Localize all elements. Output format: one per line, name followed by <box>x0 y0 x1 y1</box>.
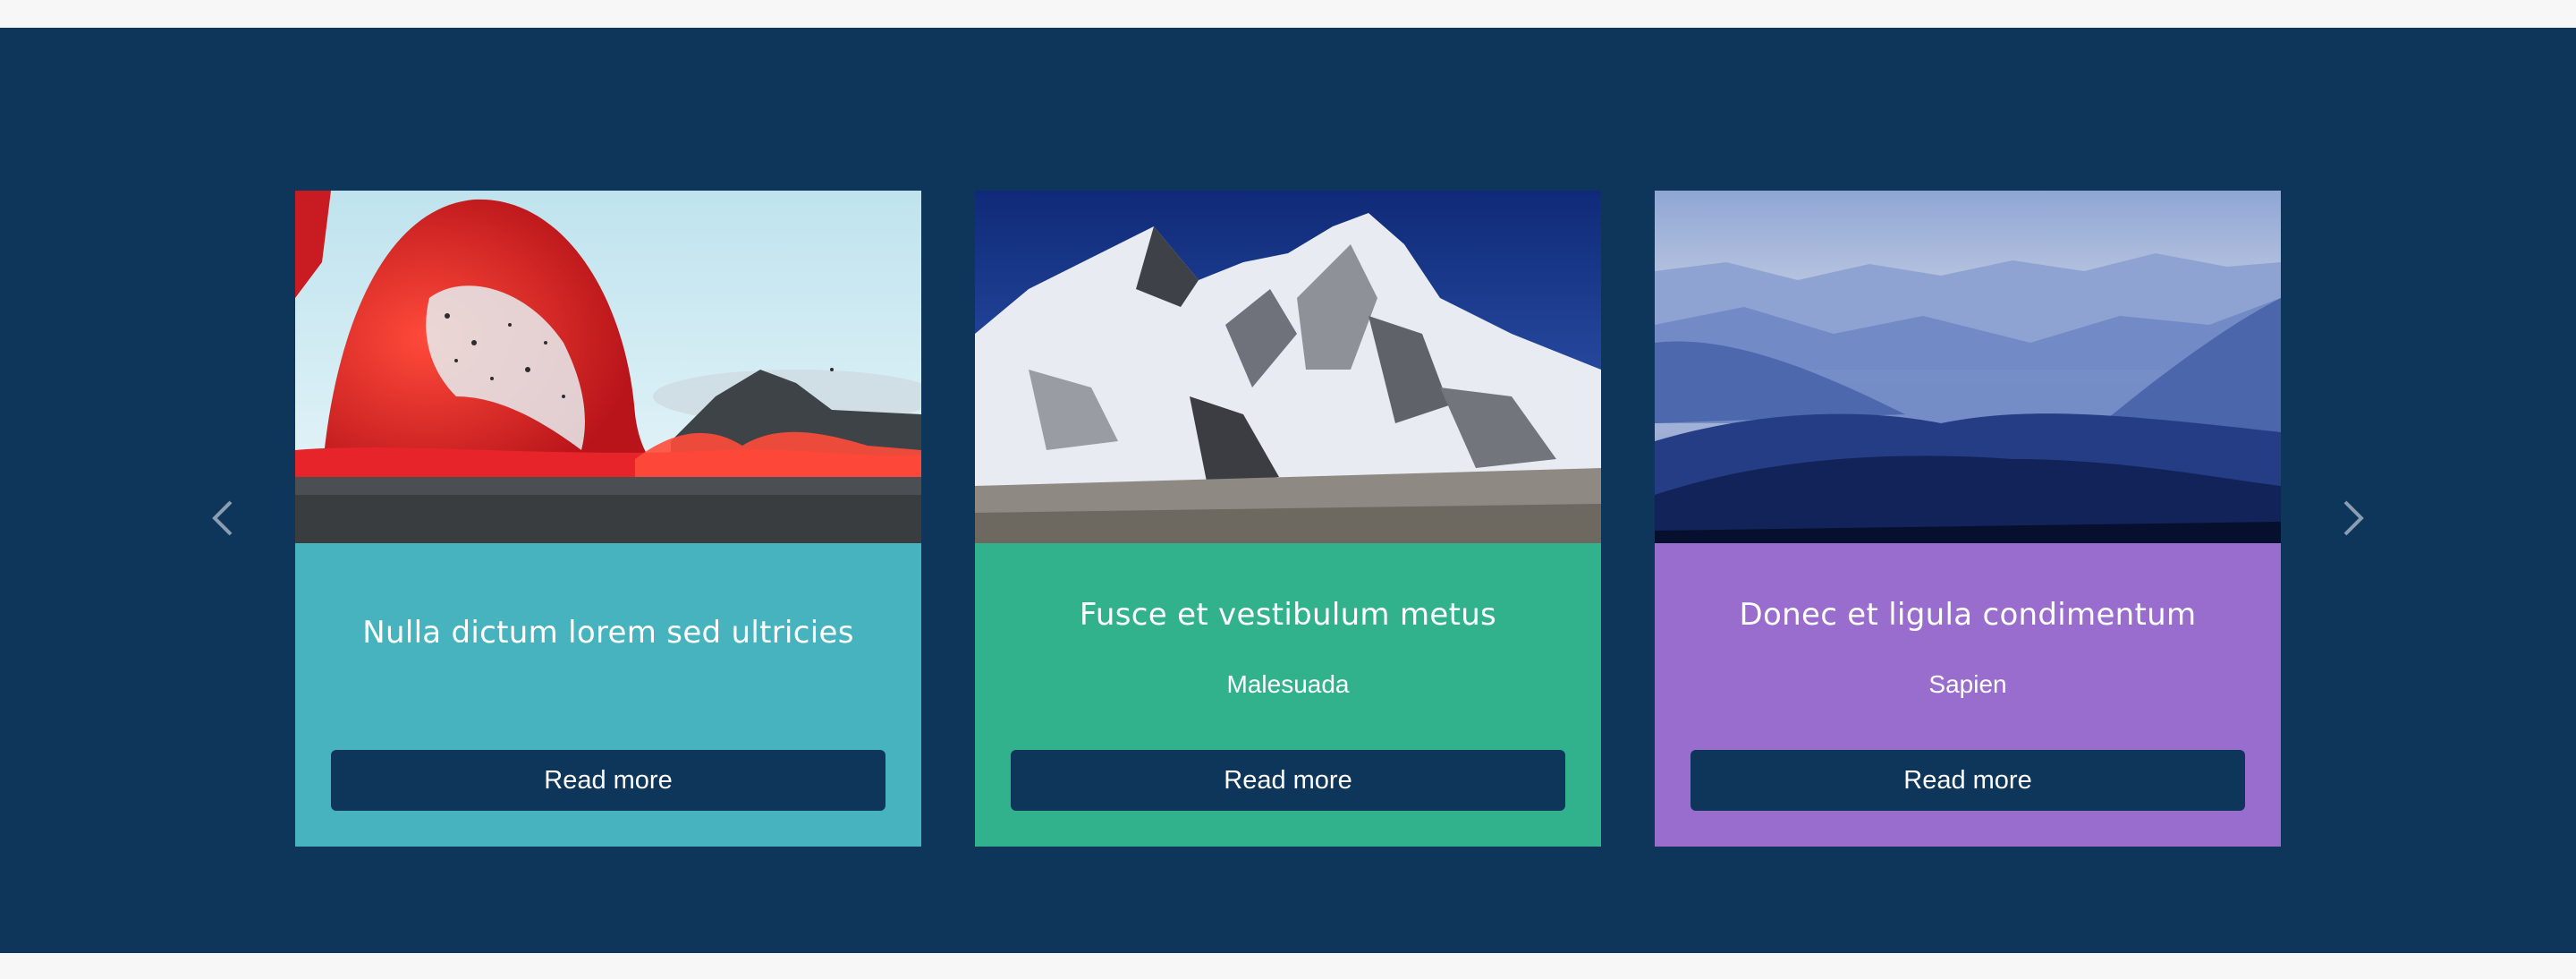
card-body: Fusce et vestibulum metus Malesuada Read… <box>975 543 1601 847</box>
volcano-lava-photo <box>295 191 921 543</box>
card-body: Nulla dictum lorem sed ultricies Read mo… <box>295 543 921 847</box>
chevron-right-icon <box>2343 500 2364 536</box>
card-item: Nulla dictum lorem sed ultricies Read mo… <box>295 191 921 847</box>
chevron-left-icon <box>212 500 233 536</box>
read-more-button[interactable]: Read more <box>1690 750 2245 811</box>
card-title: Nulla dictum lorem sed ultricies <box>362 615 854 651</box>
read-more-button[interactable]: Read more <box>1011 750 1565 811</box>
card-list: Nulla dictum lorem sed ultricies Read mo… <box>295 191 2281 847</box>
card-title: Donec et ligula condimentum <box>1739 597 2197 633</box>
carousel-section: Nulla dictum lorem sed ultricies Read mo… <box>0 28 2576 953</box>
card-subtitle: Malesuada <box>1226 670 1350 698</box>
card-subtitle: Sapien <box>1928 670 2007 698</box>
card-item: Donec et ligula condimentum Sapien Read … <box>1655 191 2281 847</box>
card-body: Donec et ligula condimentum Sapien Read … <box>1655 543 2281 847</box>
card-title: Fusce et vestibulum metus <box>1079 597 1497 633</box>
snowy-mountain-photo <box>975 191 1601 543</box>
carousel-next-button[interactable] <box>2327 493 2377 543</box>
carousel-prev-button[interactable] <box>199 493 249 543</box>
read-more-button[interactable]: Read more <box>331 750 886 811</box>
misty-blue-mountains-photo <box>1655 191 2281 543</box>
card-item: Fusce et vestibulum metus Malesuada Read… <box>975 191 1601 847</box>
